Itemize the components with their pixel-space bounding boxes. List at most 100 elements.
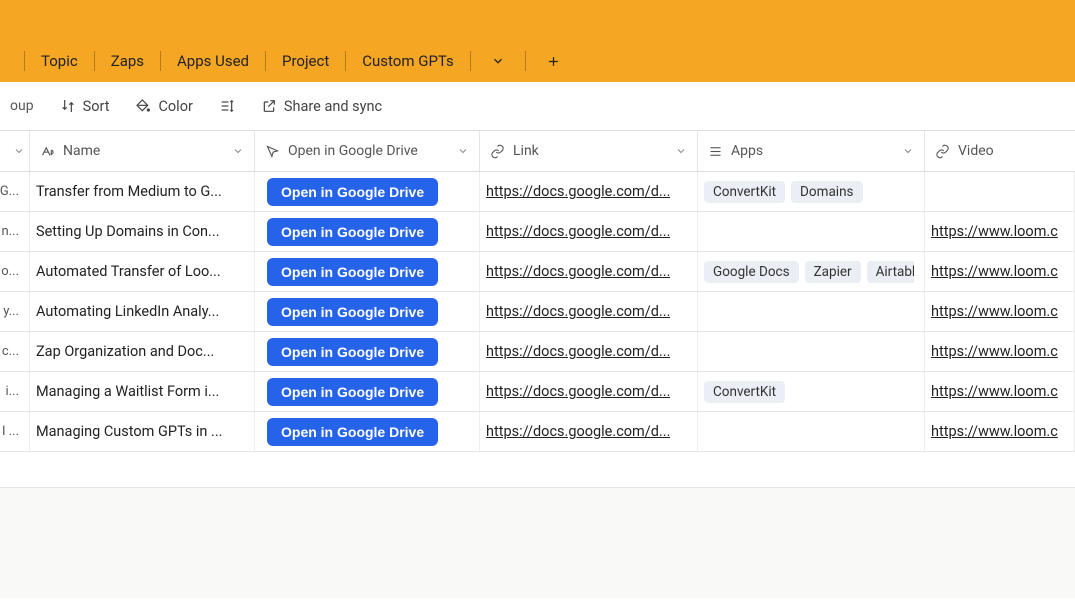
plus-icon[interactable] xyxy=(540,54,567,69)
cell-name[interactable]: Managing a Waitlist Form i... xyxy=(30,372,255,411)
cell-apps: ConvertKit Domains xyxy=(698,172,925,211)
column-header-link[interactable]: Link xyxy=(480,131,698,171)
cell-name[interactable]: Automated Transfer of Loo... xyxy=(30,252,255,291)
table-row[interactable]: I ... Managing Custom GPTs in ... Open in … xyxy=(0,412,1075,452)
column-header-name[interactable]: Name xyxy=(30,131,255,171)
cell-link: https://docs.google.com/d... xyxy=(480,252,698,291)
cell-drive: Open in Google Drive xyxy=(255,172,480,211)
tab-project[interactable]: Project xyxy=(280,48,331,74)
tab-apps-used[interactable]: Apps Used xyxy=(175,48,251,74)
toolbar-sort-label: Sort xyxy=(83,98,110,115)
toolbar: oup Sort Color Share and sync xyxy=(0,82,1075,130)
tab-divider xyxy=(265,51,266,71)
table-row[interactable]: G...Transfer from Medium to G...Open in … xyxy=(0,172,1075,212)
link-icon xyxy=(490,144,505,159)
cell-name[interactable]: Managing Custom GPTs in ... xyxy=(30,412,255,451)
link-url[interactable]: https://docs.google.com/d... xyxy=(486,183,670,200)
column-header-drive[interactable]: Open in Google Drive xyxy=(255,131,480,171)
cell-name[interactable]: Zap Organization and Doc... xyxy=(30,332,255,371)
chevron-down-icon xyxy=(675,145,687,157)
app-tag[interactable]: Airtabl xyxy=(867,261,914,283)
cell-apps xyxy=(698,292,925,331)
open-in-google-drive-button[interactable]: Open in Google Drive xyxy=(267,258,438,286)
open-in-google-drive-button[interactable]: Open in Google Drive xyxy=(267,298,438,326)
open-in-google-drive-button[interactable]: Open in Google Drive xyxy=(267,178,438,206)
open-in-google-drive-button[interactable]: Open in Google Drive xyxy=(267,378,438,406)
link-url[interactable]: https://docs.google.com/d... xyxy=(486,423,670,440)
link-url[interactable]: https://docs.google.com/d... xyxy=(486,343,670,360)
toolbar-group-partial[interactable]: oup xyxy=(10,98,34,114)
table-row[interactable]: n... Setting Up Domains in Con... Open in … xyxy=(0,212,1075,252)
cell-apps xyxy=(698,332,925,371)
chevron-down-icon xyxy=(902,145,914,157)
video-url[interactable]: https://www.loom.c xyxy=(931,343,1058,360)
toolbar-sort[interactable]: Sort xyxy=(60,98,110,115)
tab-topic[interactable]: Topic xyxy=(39,48,80,74)
link-url[interactable]: https://docs.google.com/d... xyxy=(486,383,670,400)
tab-custom-gpts[interactable]: Custom GPTs xyxy=(360,48,456,74)
open-in-google-drive-button[interactable]: Open in Google Drive xyxy=(267,338,438,366)
toolbar-share[interactable]: Share and sync xyxy=(261,98,382,115)
video-url[interactable]: https://www.loom.c xyxy=(931,263,1058,280)
share-icon xyxy=(261,98,277,114)
cell-leading: y... xyxy=(0,292,30,331)
cell-apps: Google Docs Zapier Airtabl xyxy=(698,252,925,291)
table-row[interactable]: i...Managing a Waitlist Form i...Open in… xyxy=(0,372,1075,412)
tab-divider xyxy=(160,51,161,71)
cell-video: https://www.loom.c xyxy=(925,332,1075,371)
cell-leading: c... xyxy=(0,332,30,371)
paint-bucket-icon xyxy=(135,98,151,114)
toolbar-row-height[interactable] xyxy=(219,98,235,114)
tab-zaps[interactable]: Zaps xyxy=(109,48,146,74)
app-tag[interactable]: ConvertKit xyxy=(704,381,785,403)
table-row[interactable]: y... Automating LinkedIn Analy... Open in … xyxy=(0,292,1075,332)
app-tag[interactable]: Google Docs xyxy=(704,261,799,283)
tab-divider xyxy=(525,51,526,71)
app-tag[interactable]: ConvertKit xyxy=(704,181,785,203)
cell-drive: Open in Google Drive xyxy=(255,372,480,411)
video-url[interactable]: https://www.loom.c xyxy=(931,303,1058,320)
open-in-google-drive-button[interactable]: Open in Google Drive xyxy=(267,218,438,246)
toolbar-color[interactable]: Color xyxy=(135,98,192,115)
cell-name[interactable]: Setting Up Domains in Con... xyxy=(30,212,255,251)
link-url[interactable]: https://docs.google.com/d... xyxy=(486,223,670,240)
table-row[interactable]: c...Zap Organization and Doc... Open in G… xyxy=(0,332,1075,372)
cell-name-text: Transfer from Medium to G... xyxy=(36,183,222,200)
column-header-first[interactable] xyxy=(0,131,30,171)
cell-name-text: Managing a Waitlist Form i... xyxy=(36,383,219,400)
cell-drive: Open in Google Drive xyxy=(255,252,480,291)
table-header: Name Open in Google Drive Link Apps xyxy=(0,130,1075,172)
tab-divider xyxy=(470,51,471,71)
column-header-name-label: Name xyxy=(63,143,100,159)
open-in-google-drive-button[interactable]: Open in Google Drive xyxy=(267,418,438,446)
table-row[interactable]: o...Automated Transfer of Loo...Open in … xyxy=(0,252,1075,292)
apps-tags: ConvertKit Domains xyxy=(704,181,863,203)
app-tag[interactable]: Zapier xyxy=(805,261,861,283)
text-type-icon xyxy=(40,144,55,159)
column-header-video[interactable]: Video xyxy=(925,131,1075,171)
column-header-apps[interactable]: Apps xyxy=(698,131,925,171)
blank-row xyxy=(0,452,1075,488)
link-url[interactable]: https://docs.google.com/d... xyxy=(486,303,670,320)
cell-name-text: Automating LinkedIn Analy... xyxy=(36,303,219,320)
cell-link: https://docs.google.com/d... xyxy=(480,212,698,251)
sort-icon xyxy=(60,98,76,114)
column-header-video-label: Video xyxy=(958,143,994,159)
cell-drive: Open in Google Drive xyxy=(255,212,480,251)
video-url[interactable]: https://www.loom.c xyxy=(931,423,1058,440)
cell-leading: I ... xyxy=(0,412,30,451)
toolbar-share-label: Share and sync xyxy=(284,98,382,115)
cell-name-text: Managing Custom GPTs in ... xyxy=(36,423,223,440)
cell-link: https://docs.google.com/d... xyxy=(480,292,698,331)
app-tag[interactable]: Domains xyxy=(791,181,862,203)
link-url[interactable]: https://docs.google.com/d... xyxy=(486,263,670,280)
cell-leading: n... xyxy=(0,212,30,251)
top-banner xyxy=(0,0,1075,40)
video-url[interactable]: https://www.loom.c xyxy=(931,383,1058,400)
video-url[interactable]: https://www.loom.c xyxy=(931,223,1058,240)
cell-name-text: Setting Up Domains in Con... xyxy=(36,223,220,240)
cell-name[interactable]: Transfer from Medium to G... xyxy=(30,172,255,211)
apps-tags: Google Docs Zapier Airtabl xyxy=(704,261,914,283)
chevron-down-icon[interactable] xyxy=(485,54,511,68)
cell-name[interactable]: Automating LinkedIn Analy... xyxy=(30,292,255,331)
